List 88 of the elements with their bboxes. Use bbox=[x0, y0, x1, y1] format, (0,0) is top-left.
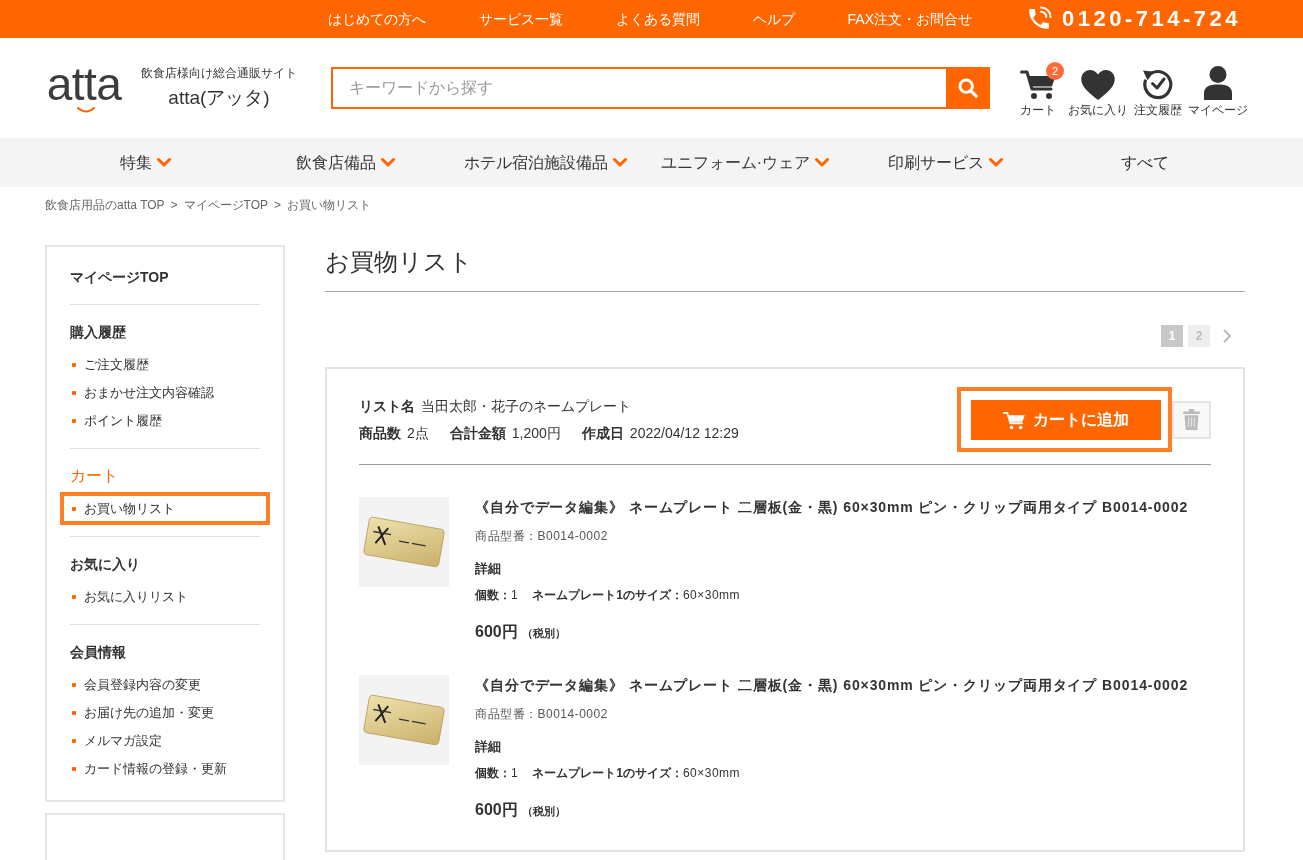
phone-number: 0120-714-724 bbox=[1062, 6, 1241, 32]
nav-link[interactable]: すべて bbox=[1121, 151, 1169, 174]
chevron-down-icon[interactable] bbox=[815, 158, 830, 167]
list-name-label: リスト名 bbox=[359, 397, 415, 416]
nav-link[interactable]: 飲食店備品 bbox=[295, 151, 395, 174]
sidebar-heading: 会員情報 bbox=[70, 643, 127, 662]
detail-value: 1 bbox=[511, 587, 519, 604]
cart-icon bbox=[1003, 410, 1025, 430]
bullet-icon bbox=[72, 391, 76, 395]
bullet-icon bbox=[72, 711, 76, 715]
sidebar-heading: 購入履歴 bbox=[70, 323, 127, 342]
sidebar-link[interactable]: ポイント履歴 bbox=[70, 411, 260, 431]
heart-icon[interactable] bbox=[1081, 70, 1115, 100]
chevron-down-icon[interactable] bbox=[612, 158, 627, 167]
sidebar-heading: カート bbox=[70, 466, 119, 486]
history-link[interactable]: 注文履歴 bbox=[1128, 58, 1188, 118]
detail-label: ネームプレート1のサイズ： bbox=[532, 765, 683, 782]
product-code: 商品型番：B0014-0002 bbox=[475, 706, 608, 723]
breadcrumb-link[interactable]: 飲食店用品のatta TOP bbox=[45, 198, 165, 213]
list-name: 当田太郎・花子のネームプレート bbox=[421, 397, 631, 416]
bullet-icon bbox=[72, 767, 76, 771]
sidebar-heading: マイページTOP bbox=[70, 268, 170, 287]
search-field[interactable]: キーワードから探す bbox=[331, 67, 946, 109]
sidebar-link[interactable]: お気に入りリスト bbox=[70, 587, 260, 607]
detail-label: 個数： bbox=[475, 587, 511, 604]
bullet-icon bbox=[72, 683, 76, 687]
search-icon bbox=[958, 78, 978, 98]
meta-label: 作成日 bbox=[581, 424, 624, 443]
bullet-icon bbox=[72, 419, 76, 423]
user-link[interactable]: マイページ bbox=[1188, 58, 1248, 118]
breadcrumb-link[interactable]: お買い物リスト bbox=[287, 198, 372, 213]
price: 600円 bbox=[475, 800, 518, 820]
nav-link[interactable]: 印刷サービス bbox=[887, 151, 1003, 174]
detail-value: 1 bbox=[511, 765, 519, 782]
sidebar-heading: お気に入り bbox=[70, 555, 141, 574]
chevron-down-icon[interactable] bbox=[988, 158, 1003, 167]
search-button[interactable] bbox=[946, 67, 990, 109]
trash-button[interactable] bbox=[1172, 400, 1211, 439]
product-title-link[interactable]: 《自分でデータ編集》 ネームプレート 二層板(金・黒) 60×30mm ピン・クリップ両用タイプ B0014-0002 bbox=[475, 497, 1189, 517]
details-heading: 詳細 bbox=[475, 560, 501, 578]
sidebar-link[interactable]: お届け先の追加・変更 bbox=[70, 703, 260, 723]
cart-icon[interactable] bbox=[1020, 69, 1056, 100]
detail-value: 60×30mm bbox=[682, 587, 741, 604]
breadcrumb-separator: > bbox=[170, 198, 178, 213]
smile-icon bbox=[77, 106, 95, 113]
sidebar-link[interactable]: ご注文履歴 bbox=[70, 355, 260, 375]
breadcrumb-separator: > bbox=[274, 198, 282, 213]
sidebar-link[interactable]: おまかせ注文内容確認 bbox=[70, 383, 260, 403]
logo-text[interactable]: atta bbox=[46, 63, 122, 104]
details-heading: 詳細 bbox=[475, 738, 501, 756]
detail-value: 60×30mm bbox=[682, 765, 741, 782]
breadcrumb-link[interactable]: マイページTOP bbox=[183, 198, 269, 213]
site-name: atta(アッタ) bbox=[168, 86, 270, 110]
cart-link[interactable]: 2 カート bbox=[1008, 58, 1068, 118]
count-badge: 2 bbox=[1046, 62, 1064, 80]
history-icon[interactable] bbox=[1142, 68, 1174, 100]
tax-note: （税別） bbox=[521, 804, 566, 819]
chevron-down-icon[interactable] bbox=[380, 158, 395, 167]
nav-link[interactable]: ユニフォーム·ウェア bbox=[660, 151, 830, 174]
detail-label: ネームプレート1のサイズ： bbox=[532, 587, 683, 604]
nav-link[interactable]: ホテル宿泊施設備品 bbox=[463, 151, 627, 174]
meta-value: 1,200円 bbox=[511, 424, 561, 443]
trash-icon bbox=[1183, 409, 1200, 430]
sidebar-link[interactable]: お買い物リスト bbox=[60, 492, 270, 525]
bullet-icon bbox=[72, 363, 76, 367]
sidebar-link[interactable]: カード情報の登録・更新 bbox=[70, 759, 260, 779]
heart-link[interactable]: お気に入り bbox=[1068, 58, 1128, 118]
tax-note: （税別） bbox=[521, 626, 566, 641]
price: 600円 bbox=[475, 622, 518, 642]
meta-label: 商品数 bbox=[359, 424, 401, 443]
product-title-link[interactable]: 《自分でデータ編集》 ネームプレート 二層板(金・黒) 60×30mm ピン・クリップ両用タイプ B0014-0002 bbox=[475, 675, 1189, 695]
meta-label: 合計金額 bbox=[449, 424, 506, 443]
tagline: 飲食店様向け総合通販サイト bbox=[141, 65, 297, 81]
bullet-icon bbox=[72, 595, 76, 599]
chevron-down-icon[interactable] bbox=[156, 158, 171, 167]
sidebar-link[interactable]: メルマガ設定 bbox=[70, 731, 260, 751]
product-code: 商品型番：B0014-0002 bbox=[475, 528, 608, 545]
page-title: お買物リスト bbox=[325, 245, 1245, 292]
nav-link[interactable]: 特集 bbox=[119, 151, 171, 174]
meta-value: 2022/04/12 12:29 bbox=[629, 424, 739, 443]
phone-icon bbox=[1026, 6, 1052, 32]
chevron-right-icon[interactable] bbox=[1223, 329, 1232, 343]
bullet-icon bbox=[72, 739, 76, 743]
person-icon[interactable] bbox=[1204, 66, 1232, 100]
detail-label: 個数： bbox=[475, 765, 511, 782]
meta-value: 2点 bbox=[407, 424, 429, 443]
bullet-icon bbox=[72, 507, 76, 511]
sidebar-link[interactable]: 会員登録内容の変更 bbox=[70, 675, 260, 695]
